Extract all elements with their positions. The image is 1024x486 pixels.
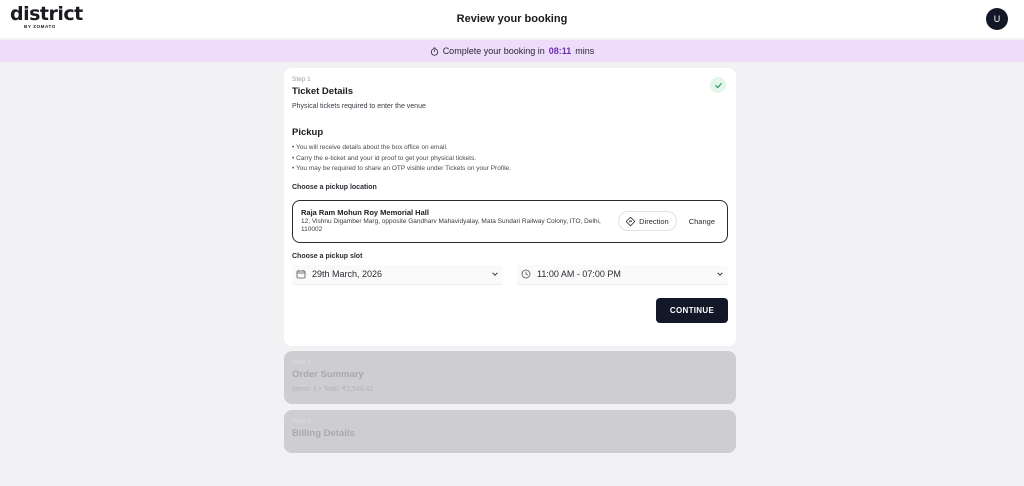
direction-icon <box>626 216 636 226</box>
instruction-item: You will receive details about the box o… <box>292 143 728 154</box>
timer-prefix: Complete your booking in <box>442 46 545 56</box>
check-icon <box>714 82 722 88</box>
order-meta: Items: 1 • Total: ₹1,540.42 <box>292 386 374 393</box>
order-summary-card[interactable]: Step 2 Order Summary Items: 1 • Total: ₹… <box>284 351 736 404</box>
billing-details-card[interactable]: Step 3 Billing Details <box>284 410 736 453</box>
clock-icon <box>521 269 531 279</box>
step-label: Step 3 <box>292 418 311 425</box>
continue-row: CONTINUE <box>292 297 728 323</box>
stopwatch-icon <box>430 46 438 56</box>
venue-name: Raja Ram Mohun Roy Memorial Hall <box>301 207 429 217</box>
step-label: Step 1 <box>292 76 311 83</box>
timer-suffix: mins <box>575 46 595 56</box>
continue-button[interactable]: CONTINUE <box>656 297 728 323</box>
logo-wordmark: district <box>10 3 83 25</box>
section-title: Ticket Details <box>292 86 354 97</box>
pickup-instructions: You will receive details about the box o… <box>292 143 728 175</box>
chevron-down-icon <box>717 272 723 276</box>
instruction-item: You may be required to share an OTP visi… <box>292 164 728 175</box>
section-title: Order Summary <box>292 369 364 380</box>
chevron-down-icon <box>492 272 498 276</box>
timer-value: 08:11 <box>548 46 572 56</box>
pickup-location-box: Raja Ram Mohun Roy Memorial Hall 12, Vis… <box>292 199 728 243</box>
location-details: Raja Ram Mohun Roy Memorial Hall 12, Vis… <box>301 208 618 235</box>
instruction-item: Carry the e-ticket and your id proof to … <box>292 154 728 165</box>
date-select[interactable]: 29th March, 2026 <box>292 264 503 285</box>
venue-address: 12, Vishnu Digamber Marg, opposite Gandh… <box>301 217 601 234</box>
calendar-icon <box>296 270 306 279</box>
page-title: Review your booking <box>456 13 568 25</box>
selected-time: 11:00 AM - 07:00 PM <box>537 269 621 279</box>
completed-badge <box>710 77 726 93</box>
selected-date: 29th March, 2026 <box>312 269 383 279</box>
change-location-button[interactable]: Change <box>689 217 715 226</box>
user-avatar[interactable]: U <box>986 8 1008 30</box>
direction-label: Direction <box>639 216 669 226</box>
pickup-slot-label: Choose a pickup slot <box>292 252 363 260</box>
top-header: district BY ZOMATO Review your booking U <box>0 0 1024 38</box>
section-title: Billing Details <box>292 428 355 439</box>
logo-subtitle: BY ZOMATO <box>24 24 56 29</box>
direction-button[interactable]: Direction <box>618 211 677 231</box>
pickup-slot-row: 29th March, 2026 11:00 AM - 07:00 PM <box>292 264 728 285</box>
timer-banner: Complete your booking in 08:11 mins <box>0 40 1024 62</box>
district-logo[interactable]: district BY ZOMATO <box>10 5 83 30</box>
step-label: Step 2 <box>292 359 311 366</box>
ticket-details-card: Step 1 Ticket Details Physical tickets r… <box>284 68 736 346</box>
pickup-location-label: Choose a pickup location <box>292 183 377 191</box>
pickup-title: Pickup <box>292 127 324 138</box>
time-select[interactable]: 11:00 AM - 07:00 PM <box>517 264 728 285</box>
section-subtitle: Physical tickets required to enter the v… <box>292 103 426 110</box>
